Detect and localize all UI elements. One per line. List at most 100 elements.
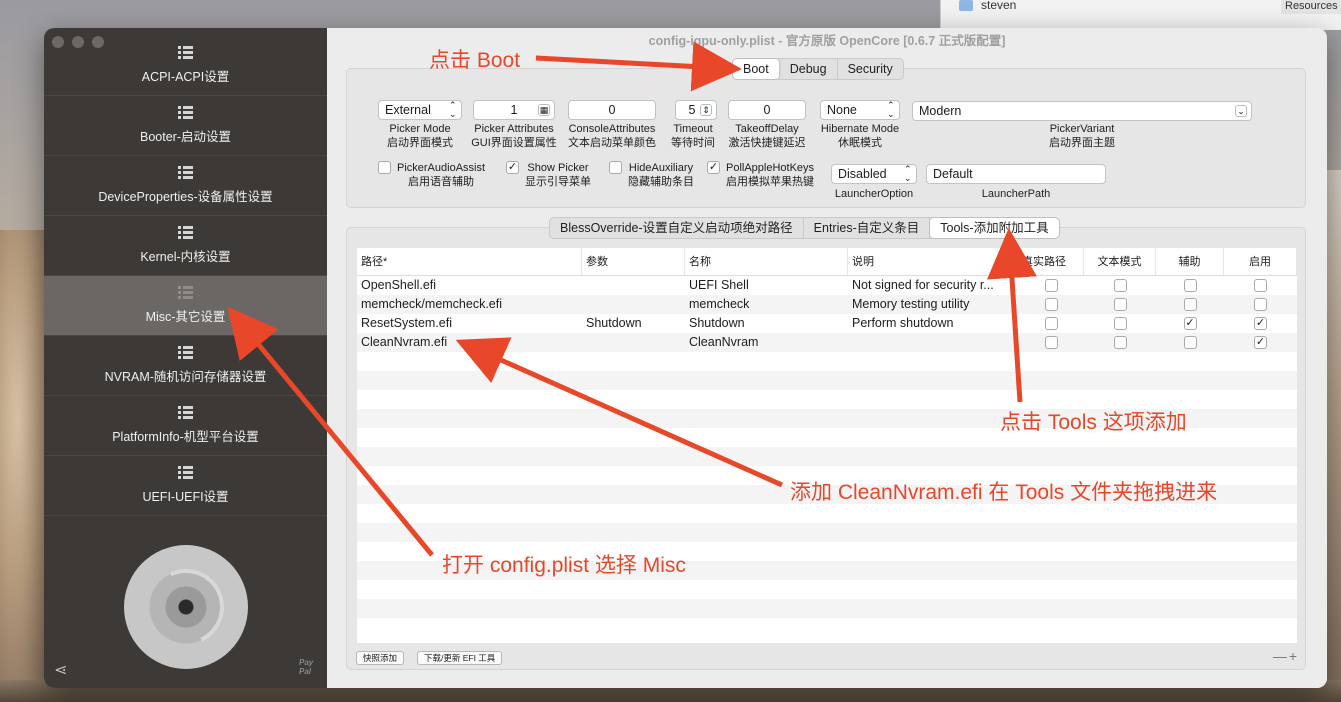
checkbox[interactable] bbox=[1113, 279, 1127, 292]
checkbox[interactable] bbox=[1183, 298, 1197, 311]
sidebar-item-acpi[interactable]: ACPI-ACPI设置 bbox=[44, 36, 327, 96]
checkbox[interactable] bbox=[1183, 336, 1197, 349]
chevron-down-icon[interactable]: ⌄ bbox=[1235, 105, 1247, 117]
timeout-stepper[interactable]: 5 ⇕ bbox=[675, 100, 717, 120]
checkbox[interactable] bbox=[1113, 317, 1127, 330]
checkbox[interactable] bbox=[1113, 298, 1127, 311]
picker-audio-assist-checkbox[interactable]: PickerAudioAssist 启用语音辅助 bbox=[378, 161, 485, 189]
tab-bless-override[interactable]: BlessOverride-设置自定义启动项绝对路径 bbox=[550, 218, 804, 238]
sidebar-item-label: PlatformInfo-机型平台设置 bbox=[112, 430, 259, 444]
hide-auxiliary-checkbox[interactable]: HideAuxiliary 隐藏辅助条目 bbox=[609, 161, 694, 189]
cell-comment[interactable] bbox=[848, 333, 1018, 352]
table-row[interactable] bbox=[357, 447, 1297, 466]
sidebar-item-nvram[interactable]: NVRAM-随机访问存储器设置 bbox=[44, 336, 327, 396]
tab-boot[interactable]: Boot bbox=[733, 59, 780, 79]
cell-textmode bbox=[1084, 295, 1156, 314]
cell-name[interactable]: CleanNvram bbox=[685, 333, 848, 352]
column-header-args[interactable]: 参数 bbox=[582, 248, 685, 275]
resources-item[interactable]: Resources bbox=[1281, 0, 1341, 14]
column-header-enabled[interactable]: 启用 bbox=[1224, 248, 1297, 275]
table-row[interactable]: ResetSystem.efi Shutdown Shutdown Perform s… bbox=[357, 314, 1297, 333]
cell-path[interactable]: OpenShell.efi bbox=[357, 276, 582, 295]
launcher-path-field[interactable]: Default bbox=[926, 164, 1106, 184]
tab-debug[interactable]: Debug bbox=[780, 59, 838, 79]
tools-table: 路径* 参数 名称 说明 真实路径 文本模式 辅助 启用 OpenShell.e… bbox=[357, 248, 1297, 643]
column-header-name[interactable]: 名称 bbox=[685, 248, 848, 275]
table-row[interactable] bbox=[357, 580, 1297, 599]
cell-comment[interactable]: Perform shutdown bbox=[848, 314, 1018, 333]
column-header-realpath[interactable]: 真实路径 bbox=[1018, 248, 1084, 275]
sidebar-item-kernel[interactable]: Kernel-内核设置 bbox=[44, 216, 327, 276]
sidebar-item-device-properties[interactable]: DeviceProperties-设备属性设置 bbox=[44, 156, 327, 216]
finder-item-home[interactable]: steven bbox=[959, 0, 1016, 12]
cell-name[interactable]: memcheck bbox=[685, 295, 848, 314]
table-row[interactable]: OpenShell.efi UEFI Shell Not signed for se… bbox=[357, 276, 1297, 295]
column-header-path[interactable]: 路径* bbox=[357, 248, 582, 275]
poll-apple-hotkeys-checkbox[interactable]: ✓ PollAppleHotKeys 启用模拟苹果热键 bbox=[707, 161, 814, 189]
cell-name[interactable]: UEFI Shell bbox=[685, 276, 848, 295]
cell-comment[interactable]: Not signed for security r... bbox=[848, 276, 1018, 295]
cell-enabled bbox=[1224, 276, 1297, 295]
list-icon bbox=[177, 286, 194, 300]
hibernate-mode-popup[interactable]: None bbox=[820, 100, 900, 120]
tab-tools[interactable]: Tools-添加附加工具 bbox=[930, 218, 1059, 238]
cell-auxiliary bbox=[1156, 276, 1224, 295]
cell-path[interactable]: CleanNvram.efi bbox=[357, 333, 582, 352]
cell-name[interactable]: Shutdown bbox=[685, 314, 848, 333]
picker-mode-popup[interactable]: External bbox=[378, 100, 462, 120]
table-row[interactable] bbox=[357, 371, 1297, 390]
cell-args[interactable] bbox=[582, 295, 685, 314]
takeoff-delay-field[interactable]: 0 bbox=[728, 100, 806, 120]
checkbox[interactable] bbox=[1113, 336, 1127, 349]
tab-security[interactable]: Security bbox=[838, 59, 903, 79]
share-icon[interactable]: ⋖ bbox=[54, 660, 72, 679]
column-header-comment[interactable]: 说明 bbox=[848, 248, 1018, 275]
cell-path[interactable]: memcheck/memcheck.efi bbox=[357, 295, 582, 314]
checkbox[interactable] bbox=[1044, 298, 1058, 311]
checkbox[interactable] bbox=[378, 161, 391, 174]
checkbox[interactable] bbox=[1044, 279, 1058, 292]
cell-args[interactable]: Shutdown bbox=[582, 314, 685, 333]
opencore-configurator-window: ACPI-ACPI设置 Booter-启动设置 DeviceProperties… bbox=[44, 28, 1327, 688]
checkbox-checked[interactable]: ✓ bbox=[1254, 317, 1267, 330]
console-attributes-field[interactable]: 0 bbox=[568, 100, 656, 120]
checkbox[interactable] bbox=[1183, 279, 1197, 292]
stepper-arrows-icon[interactable]: ⇕ bbox=[700, 104, 712, 116]
tab-entries[interactable]: Entries-自定义条目 bbox=[804, 218, 931, 238]
table-row[interactable] bbox=[357, 599, 1297, 618]
launcher-option-popup[interactable]: Disabled bbox=[831, 164, 917, 184]
cell-args[interactable] bbox=[582, 333, 685, 352]
show-picker-checkbox[interactable]: ✓ Show Picker 显示引导菜单 bbox=[506, 161, 591, 189]
checkbox-checked[interactable]: ✓ bbox=[506, 161, 519, 174]
cell-comment[interactable]: Memory testing utility bbox=[848, 295, 1018, 314]
quick-add-button[interactable]: 快照添加 bbox=[356, 651, 405, 665]
table-row[interactable] bbox=[357, 352, 1297, 371]
checkbox[interactable] bbox=[1254, 279, 1267, 292]
picker-variant-combobox[interactable]: Modern ⌄ bbox=[912, 101, 1252, 121]
sidebar-item-uefi[interactable]: UEFI-UEFI设置 bbox=[44, 456, 327, 516]
checkbox-checked[interactable]: ✓ bbox=[707, 161, 720, 174]
download-efi-tools-button[interactable]: 下载/更新 EFI 工具 bbox=[417, 651, 503, 665]
checkbox[interactable] bbox=[1044, 317, 1058, 330]
cell-args[interactable] bbox=[582, 276, 685, 295]
table-row[interactable]: memcheck/memcheck.efi memcheck Memory test… bbox=[357, 295, 1297, 314]
cell-path[interactable]: ResetSystem.efi bbox=[357, 314, 582, 333]
paypal-logo[interactable]: Pay Pal bbox=[299, 658, 327, 676]
checkbox[interactable] bbox=[1044, 336, 1058, 349]
add-remove-row-buttons[interactable]: —+ bbox=[1273, 648, 1299, 664]
table-row[interactable]: CleanNvram.efi CleanNvram ✓ bbox=[357, 333, 1297, 352]
calculator-icon[interactable]: ▦ bbox=[538, 104, 550, 116]
checkbox[interactable] bbox=[609, 161, 622, 174]
column-header-textmode[interactable]: 文本模式 bbox=[1084, 248, 1156, 275]
sidebar-item-booter[interactable]: Booter-启动设置 bbox=[44, 96, 327, 156]
sidebar-item-misc[interactable]: Misc-其它设置 bbox=[44, 276, 327, 336]
table-row[interactable] bbox=[357, 618, 1297, 637]
checkbox-checked[interactable]: ✓ bbox=[1183, 317, 1197, 330]
picker-attributes-field[interactable]: 1 ▦ bbox=[473, 100, 555, 120]
checkbox-checked[interactable]: ✓ bbox=[1254, 336, 1267, 349]
checkbox[interactable] bbox=[1254, 298, 1267, 311]
sidebar-item-platforminfo[interactable]: PlatformInfo-机型平台设置 bbox=[44, 396, 327, 456]
table-row[interactable] bbox=[357, 504, 1297, 523]
column-header-auxiliary[interactable]: 辅助 bbox=[1156, 248, 1224, 275]
table-row[interactable] bbox=[357, 523, 1297, 542]
